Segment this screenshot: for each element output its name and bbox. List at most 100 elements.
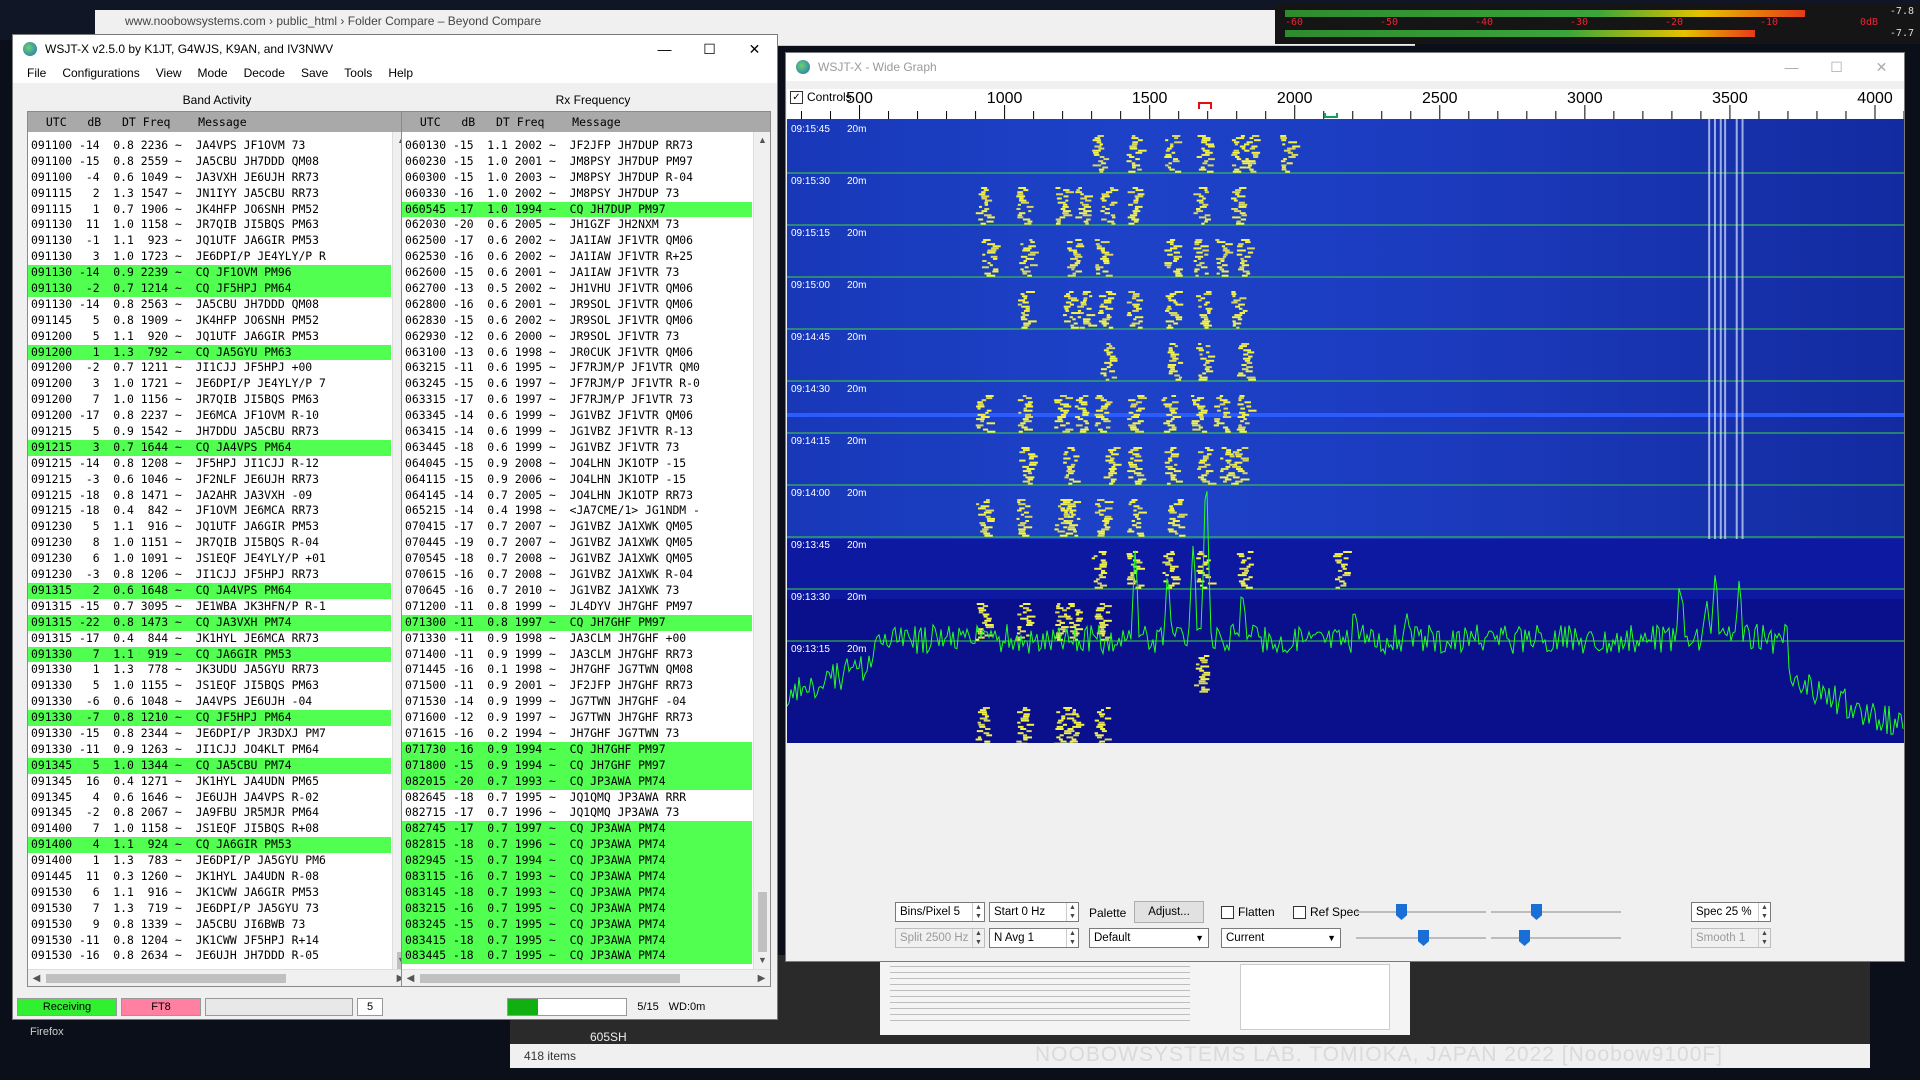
band-row[interactable]: 091330 -15 0.8 2344 ~ JE6DPI/P JR3DXJ PM… <box>28 726 391 742</box>
menu-file[interactable]: File <box>19 66 54 80</box>
rx-row[interactable]: 060545 -17 1.0 1994 ~ CQ JH7DUP PM97 <box>402 201 752 218</box>
band-row[interactable]: 091215 3 0.7 1644 ~ CQ JA4VPS PM64 <box>28 439 391 456</box>
band-row[interactable]: 091130 -2 0.7 1214 ~ CQ JF5HPJ PM64 <box>28 281 391 297</box>
rx-row[interactable]: 082945 -15 0.7 1994 ~ CQ JP3AWA PM74 <box>402 853 752 869</box>
menu-decode[interactable]: Decode <box>236 66 293 80</box>
close-button[interactable]: ✕ <box>1859 53 1904 81</box>
rx-row[interactable]: 062030 -20 0.6 2005 ~ JH1GZF JH2NXM 73 <box>402 217 752 233</box>
band-row[interactable]: 091230 5 1.1 916 ~ JQ1UTF JA6GIR PM53 <box>28 519 391 535</box>
rx-frequency-pane[interactable]: UTC dB DT Freq Message 060130 -15 1.1 20… <box>401 111 771 987</box>
band-row[interactable]: 091200 -2 0.7 1211 ~ JI1CJJ JF5HPJ +00 <box>28 360 391 376</box>
rx-row[interactable]: 082815 -18 0.7 1996 ~ CQ JP3AWA PM74 <box>402 837 752 854</box>
band-row[interactable]: 091200 1 1.3 792 ~ CQ JA5GYU PM63 <box>28 344 391 361</box>
split-spinbox[interactable]: Split 2500 Hz ▲ ▼ <box>895 928 985 948</box>
rx-row[interactable]: 063345 -14 0.6 1999 ~ JG1VBZ JF1VTR QM06 <box>402 408 752 424</box>
taskbar-label[interactable]: Firefox <box>30 1026 64 1038</box>
spin-arrows-icon[interactable]: ▲ ▼ <box>972 903 984 921</box>
flatten-check-icon[interactable] <box>1221 905 1234 919</box>
band-row[interactable]: 091215 5 0.9 1542 ~ JH7DDU JA5CBU RR73 <box>28 424 391 440</box>
rx-row[interactable]: 071400 -11 0.9 1999 ~ JA3CLM JH7GHF RR73 <box>402 647 752 663</box>
palette-select[interactable]: Default ▼ <box>1089 928 1209 948</box>
rx-row[interactable]: 063315 -17 0.6 1997 ~ JF7RJM/P JF1VTR 73 <box>402 392 752 408</box>
rx-row[interactable]: 063415 -14 0.6 1999 ~ JG1VBZ JF1VTR R-13 <box>402 424 752 440</box>
wide-graph-title-bar[interactable]: WSJT-X - Wide Graph — ☐ ✕ <box>786 53 1904 81</box>
flatten-checkbox[interactable]: Flatten <box>1221 902 1275 922</box>
spectrum-type-select[interactable]: Current ▼ <box>1221 928 1341 948</box>
rx-row[interactable]: 065215 -14 0.4 1998 ~ <JA7CME/1> JG1NDM … <box>402 503 752 519</box>
band-row[interactable]: 091400 4 1.1 924 ~ CQ JA6GIR PM53 <box>28 837 391 854</box>
band-row[interactable]: 091330 5 1.0 1155 ~ JS1EQF JI5BQS PM63 <box>28 678 391 694</box>
band-row[interactable]: 091100 -4 0.6 1049 ~ JA3VXH JE6UJH RR73 <box>28 170 391 186</box>
rx-row[interactable]: 071530 -14 0.9 1999 ~ JG7TWN JH7GHF -04 <box>402 694 752 710</box>
maximize-button[interactable]: ☐ <box>687 35 732 63</box>
rx-row[interactable]: 071615 -16 0.2 1994 ~ JH7GHF JG7TWN 73 <box>402 726 752 742</box>
menu-mode[interactable]: Mode <box>190 66 236 80</box>
band-row[interactable]: 091345 4 0.6 1646 ~ JE6UJH JA4VPS R-02 <box>28 790 391 806</box>
rx-row[interactable]: 083115 -16 0.7 1993 ~ CQ JP3AWA PM74 <box>402 868 752 885</box>
band-row[interactable]: 091230 8 1.0 1151 ~ JR7QIB JI5BQS R-04 <box>28 535 391 551</box>
rx-row[interactable]: 062700 -13 0.5 2002 ~ JH1VHU JF1VTR QM06 <box>402 281 752 297</box>
rx-row[interactable]: 060230 -15 1.0 2001 ~ JM8PSY JH7DUP PM97 <box>402 154 752 170</box>
title-bar[interactable]: WSJT-X v2.5.0 by K1JT, G4WJS, K9AN, and … <box>13 35 777 63</box>
band-row[interactable]: 091200 5 1.1 920 ~ JQ1UTF JA6GIR PM53 <box>28 329 391 345</box>
spin-arrows-icon[interactable]: ▲ ▼ <box>1758 929 1770 947</box>
band-row[interactable]: 091345 -2 0.8 2067 ~ JA9FBU JR5MJR PM64 <box>28 805 391 821</box>
menu-tools[interactable]: Tools <box>336 66 380 80</box>
spin-arrows-icon[interactable]: ▲ ▼ <box>972 929 984 947</box>
rx-row[interactable]: 071800 -15 0.9 1994 ~ CQ JH7GHF PM97 <box>402 757 752 774</box>
rx-row[interactable]: 070615 -16 0.7 2008 ~ JG1VBZ JA1XWK R-04 <box>402 567 752 583</box>
menu-view[interactable]: View <box>148 66 190 80</box>
menu-configurations[interactable]: Configurations <box>54 66 147 80</box>
spectrum-gain-slider[interactable] <box>1356 928 1486 948</box>
rx-row[interactable]: 060300 -15 1.0 2003 ~ JM8PSY JH7DUP R-04 <box>402 170 752 186</box>
controls-check-icon[interactable]: ✓ <box>790 90 803 104</box>
spin-arrows-icon[interactable]: ▲ ▼ <box>1066 903 1078 921</box>
slider-knob[interactable] <box>1519 930 1530 946</box>
rx-row[interactable]: 083415 -18 0.7 1995 ~ CQ JP3AWA PM74 <box>402 932 752 949</box>
band-row[interactable]: 091130 -1 1.1 923 ~ JQ1UTF JA6GIR PM53 <box>28 233 391 249</box>
band-row[interactable]: 091530 9 0.8 1339 ~ JA5CBU JI6BWB 73 <box>28 917 391 933</box>
band-row[interactable]: 091530 -11 0.8 1204 ~ JK1CWW JF5HPJ R+14 <box>28 933 391 949</box>
maximize-button[interactable]: ☐ <box>1814 53 1859 81</box>
rx-row[interactable]: 070415 -17 0.7 2007 ~ JG1VBZ JA1XWK QM05 <box>402 519 752 535</box>
slider-knob[interactable] <box>1531 904 1542 920</box>
rx-frequency-list[interactable]: 060130 -15 1.1 2002 ~ JF2JFP JH7DUP RR73… <box>402 138 752 965</box>
rx-row[interactable]: 082745 -17 0.7 1997 ~ CQ JP3AWA PM74 <box>402 821 752 838</box>
rx-row[interactable]: 071200 -11 0.8 1999 ~ JL4DYV JH7GHF PM97 <box>402 599 752 615</box>
band-row[interactable]: 091100 -15 0.8 2559 ~ JA5CBU JH7DDD QM08 <box>28 154 391 170</box>
band-row[interactable]: 091230 6 1.0 1091 ~ JS1EQF JE4YLY/P +01 <box>28 551 391 567</box>
band-row[interactable]: 091130 3 1.0 1723 ~ JE6DPI/P JE4YLY/P R <box>28 249 391 265</box>
n-avg-spinbox[interactable]: N Avg 1 ▲ ▼ <box>989 928 1079 948</box>
band-row[interactable]: 091400 1 1.3 783 ~ JE6DPI/P JA5GYU PM6 <box>28 853 391 869</box>
rx-row[interactable]: 083245 -15 0.7 1995 ~ CQ JP3AWA PM74 <box>402 916 752 933</box>
rx-row[interactable]: 082715 -17 0.7 1996 ~ JQ1QMQ JP3AWA 73 <box>402 805 752 821</box>
ref-spec-checkbox[interactable]: Ref Spec <box>1293 902 1359 922</box>
rx-row[interactable]: 062930 -12 0.6 2000 ~ JR9SOL JF1VTR 73 <box>402 329 752 345</box>
band-row[interactable]: 091345 5 1.0 1344 ~ CQ JA5CBU PM74 <box>28 757 391 774</box>
band-row[interactable]: 091315 2 0.6 1648 ~ CQ JA4VPS PM64 <box>28 582 391 599</box>
rx-row[interactable]: 060330 -16 1.0 2002 ~ JM8PSY JH7DUP 73 <box>402 186 752 202</box>
rx-row[interactable]: 064045 -15 0.9 2008 ~ JO4LHN JK1OTP -15 <box>402 456 752 472</box>
minimize-button[interactable]: — <box>642 35 687 63</box>
rx-row[interactable]: 063100 -13 0.6 1998 ~ JR0CUK JF1VTR QM06 <box>402 345 752 361</box>
waterfall-display[interactable]: 09:15:45 20m09:15:30 20m09:15:15 20m09:15:0… <box>787 119 1904 743</box>
rx-frequency-vscroll[interactable]: ▲ ▼ <box>753 132 770 969</box>
smooth-spinbox[interactable]: Smooth 1 ▲ ▼ <box>1691 928 1771 948</box>
rx-row[interactable]: 070645 -16 0.7 2010 ~ JG1VBZ JA1XWK 73 <box>402 583 752 599</box>
band-row[interactable]: 091315 -15 0.7 3095 ~ JE1WBA JK3HFN/P R-… <box>28 599 391 615</box>
scroll-thumb[interactable] <box>420 974 680 983</box>
band-row[interactable]: 091330 -11 0.9 1263 ~ JI1CJJ JO4KLT PM64 <box>28 742 391 758</box>
scroll-thumb[interactable] <box>758 892 767 952</box>
band-row[interactable]: 091315 -17 0.4 844 ~ JK1HYL JE6MCA RR73 <box>28 631 391 647</box>
scroll-left-icon[interactable]: ◀ <box>28 970 45 986</box>
band-row[interactable]: 091445 11 0.3 1260 ~ JK1HYL JA4UDN R-08 <box>28 869 391 885</box>
band-row[interactable]: 091530 -16 0.8 2634 ~ JE6UJH JH7DDD R-05 <box>28 948 391 964</box>
band-row[interactable]: 091130 -14 0.9 2239 ~ CQ JF1OVM PM96 <box>28 265 391 282</box>
controls-checkbox[interactable]: ✓ Controls <box>790 90 852 104</box>
bins-pixel-spinbox[interactable]: Bins/Pixel 5 ▲ ▼ <box>895 902 985 922</box>
zero-slider[interactable] <box>1491 902 1621 922</box>
band-row[interactable]: 091200 7 1.0 1156 ~ JR7QIB JI5BQS PM63 <box>28 392 391 408</box>
band-row[interactable]: 091215 -18 0.4 842 ~ JF1OVM JE6MCA RR73 <box>28 503 391 519</box>
band-row[interactable]: 091130 -14 0.8 2563 ~ JA5CBU JH7DDD QM08 <box>28 297 391 313</box>
band-row[interactable]: 091130 11 1.0 1158 ~ JR7QIB JI5BQS PM63 <box>28 217 391 233</box>
